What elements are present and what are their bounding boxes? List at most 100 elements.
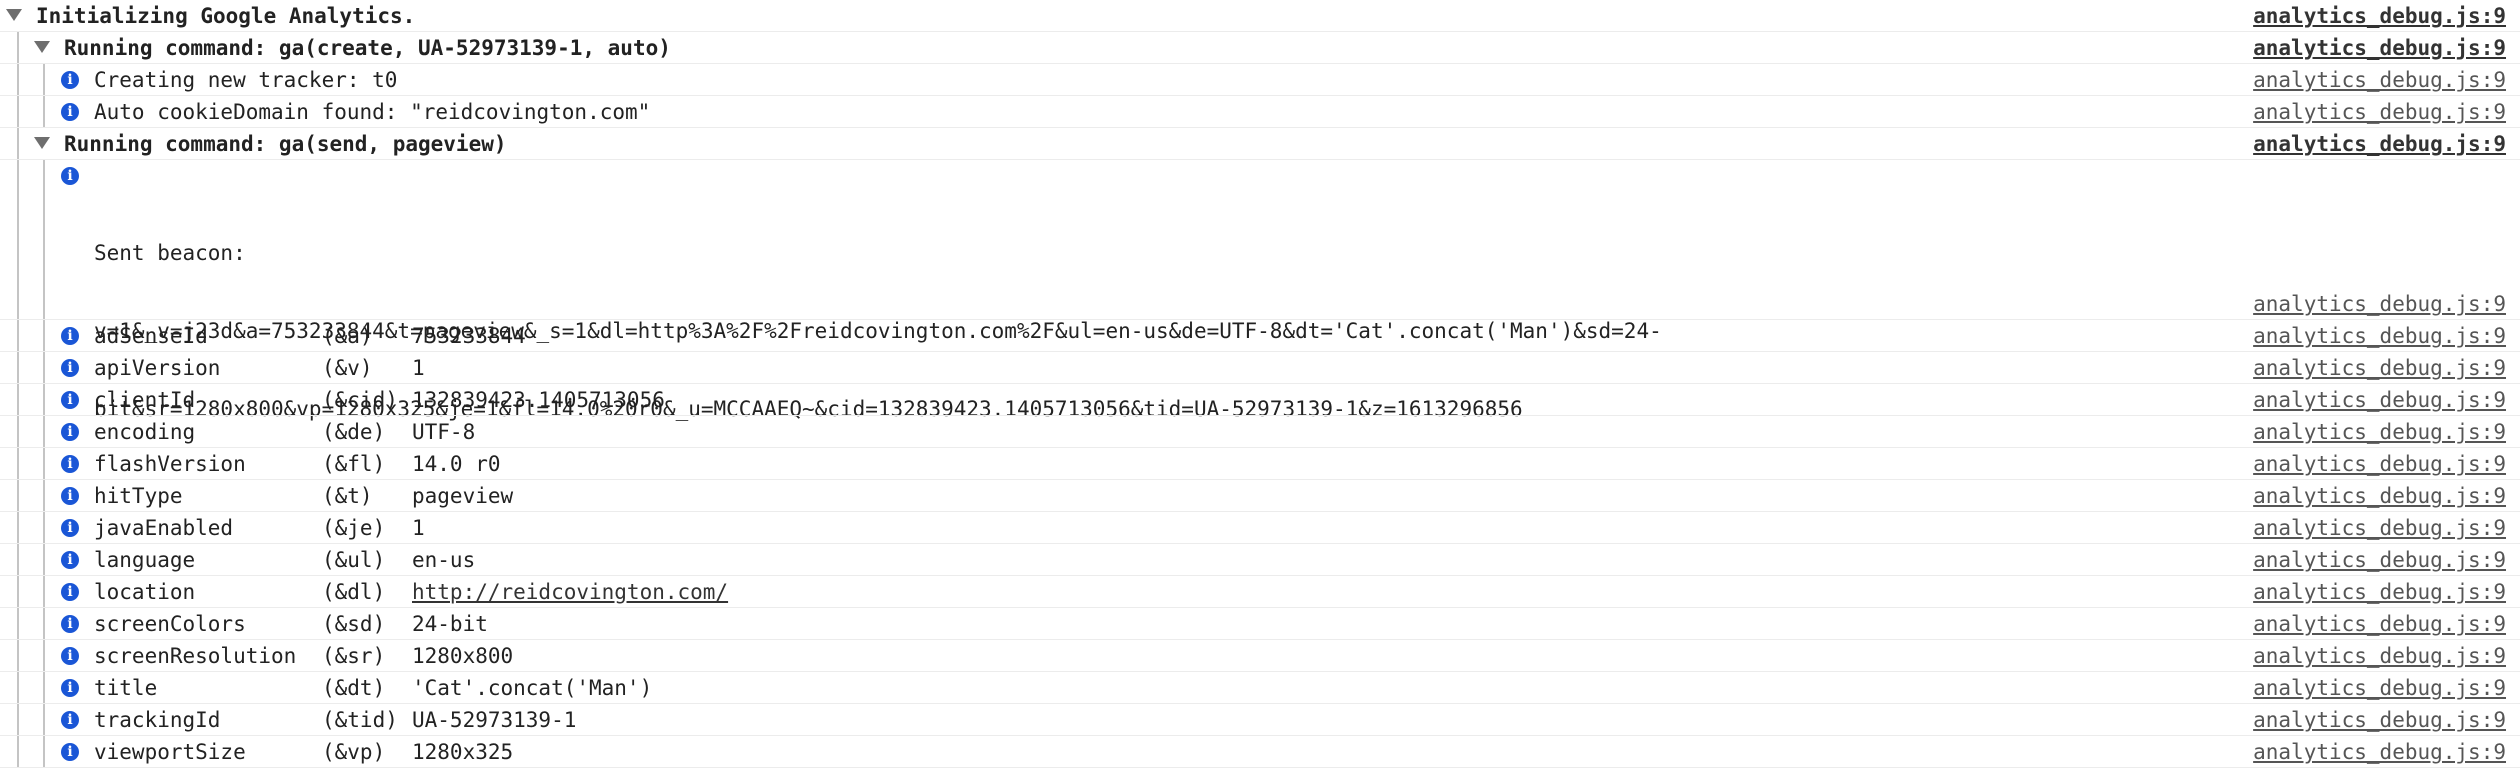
param-row: i flashVersion (&fl) 14.0 r0 analytics_debug… xyxy=(0,448,2520,480)
param-row: i adSenseId (&a) 753233844 analytics_debug.j… xyxy=(0,320,2520,352)
param-key: (&a) xyxy=(322,324,373,348)
source-link[interactable]: analytics_debug.js:9 xyxy=(2253,675,2506,701)
source-link[interactable]: analytics_debug.js:9 xyxy=(2253,451,2506,477)
info-icon: i xyxy=(61,679,79,697)
param-value: en-us xyxy=(412,548,476,572)
group-guide-line xyxy=(17,352,19,383)
param-value-link[interactable]: http://reidcovington.com/ xyxy=(412,579,728,605)
param-key: (&v) xyxy=(322,356,373,380)
param-value: pageview xyxy=(412,484,514,508)
param-value: 1280x325 xyxy=(412,740,514,764)
param-value: 24-bit xyxy=(412,612,488,636)
group-guide-line xyxy=(43,416,45,447)
source-link[interactable]: analytics_debug.js:9 xyxy=(2253,483,2506,509)
param-row: i apiVersion (&v) 1 analytics_debug.js:9 xyxy=(0,352,2520,384)
group-guide-line xyxy=(43,736,45,767)
source-link[interactable]: analytics_debug.js:9 xyxy=(2253,707,2506,733)
source-link[interactable]: analytics_debug.js:9 xyxy=(2253,739,2506,765)
param-row: i hitType (&t) pageview analytics_debug.js:9 xyxy=(0,480,2520,512)
group-guide-line xyxy=(43,544,45,575)
info-icon: i xyxy=(61,711,79,729)
group-guide-line xyxy=(17,320,19,351)
log-message: Creating new tracker: t0 xyxy=(94,68,398,92)
source-link[interactable]: analytics_debug.js:9 xyxy=(2253,131,2506,157)
param-row: i location (&dl) http://reidcovington.com/a… xyxy=(0,576,2520,608)
info-icon: i xyxy=(61,71,79,89)
param-row: i language (&ul) en-us analytics_debug.js:9 xyxy=(0,544,2520,576)
group-guide-line xyxy=(17,480,19,511)
param-name: viewportSize xyxy=(94,740,246,764)
source-link[interactable]: analytics_debug.js:9 xyxy=(2253,3,2506,29)
param-key: (&vp) xyxy=(322,740,386,764)
log-row: i Creating new tracker: t0 analytics_deb… xyxy=(0,64,2520,96)
param-name: location xyxy=(94,580,196,604)
triangle-down-icon[interactable] xyxy=(34,137,50,149)
source-link[interactable]: analytics_debug.js:9 xyxy=(2253,323,2506,349)
group-guide-line xyxy=(17,608,19,639)
param-row: i screenResolution (&sr) 1280x800 analytics_… xyxy=(0,640,2520,672)
group-guide-line xyxy=(17,704,19,735)
info-icon: i xyxy=(61,391,79,409)
param-value: 'Cat'.concat('Man') xyxy=(412,676,653,700)
source-link[interactable]: analytics_debug.js:9 xyxy=(2253,35,2506,61)
info-icon: i xyxy=(61,167,79,185)
source-link[interactable]: analytics_debug.js:9 xyxy=(2253,355,2506,381)
source-link[interactable]: analytics_debug.js:9 xyxy=(2253,291,2506,317)
param-value: UTF-8 xyxy=(412,420,476,444)
group-guide-line xyxy=(17,672,19,703)
param-key: (&sr) xyxy=(322,644,386,668)
param-value: 14.0 r0 xyxy=(412,452,501,476)
log-message: Auto cookieDomain found: "reidcovington.… xyxy=(94,100,651,124)
group-init-row[interactable]: Initializing Google Analytics. analytics… xyxy=(0,0,2520,32)
param-name: screenResolution xyxy=(94,644,297,668)
info-icon: i xyxy=(61,327,79,345)
param-row: i screenColors (&sd) 24-bit analytics_debug.… xyxy=(0,608,2520,640)
info-icon: i xyxy=(61,455,79,473)
param-name: flashVersion xyxy=(94,452,246,476)
param-row: i viewportSize (&vp) 1280x325 analytics_debu… xyxy=(0,736,2520,768)
info-icon: i xyxy=(61,583,79,601)
source-link[interactable]: analytics_debug.js:9 xyxy=(2253,611,2506,637)
group-guide-line xyxy=(17,32,19,63)
param-key: (&t) xyxy=(322,484,373,508)
info-icon: i xyxy=(61,103,79,121)
source-link[interactable]: analytics_debug.js:9 xyxy=(2253,643,2506,669)
group-init-title: Initializing Google Analytics. xyxy=(36,4,416,28)
group-guide-line xyxy=(17,736,19,767)
source-link[interactable]: analytics_debug.js:9 xyxy=(2253,387,2506,413)
source-link[interactable]: analytics_debug.js:9 xyxy=(2253,419,2506,445)
param-row: i trackingId (&tid) UA-52973139-1 analytics_… xyxy=(0,704,2520,736)
group-guide-line xyxy=(17,64,19,95)
source-link[interactable]: analytics_debug.js:9 xyxy=(2253,515,2506,541)
source-link[interactable]: analytics_debug.js:9 xyxy=(2253,579,2506,605)
group-guide-line xyxy=(43,96,45,127)
group-create-row[interactable]: Running command: ga(create, UA-52973139-… xyxy=(0,32,2520,64)
group-guide-line xyxy=(17,544,19,575)
info-icon: i xyxy=(61,743,79,761)
group-guide-line xyxy=(43,608,45,639)
param-key: (&de) xyxy=(322,420,386,444)
param-value: 753233844 xyxy=(412,324,526,348)
group-create-title: Running command: ga(create, UA-52973139-… xyxy=(64,36,671,60)
group-guide-line xyxy=(43,704,45,735)
triangle-down-icon[interactable] xyxy=(34,41,50,53)
param-name: apiVersion xyxy=(94,356,221,380)
group-guide-line xyxy=(17,448,19,479)
param-key: (&sd) xyxy=(322,612,386,636)
param-value: 1280x800 xyxy=(412,644,514,668)
info-icon: i xyxy=(61,647,79,665)
param-name: clientId xyxy=(94,388,196,412)
info-icon: i xyxy=(61,423,79,441)
group-guide-line xyxy=(17,512,19,543)
group-send-row[interactable]: Running command: ga(send, pageview) anal… xyxy=(0,128,2520,160)
param-name: trackingId xyxy=(94,708,221,732)
source-link[interactable]: analytics_debug.js:9 xyxy=(2253,547,2506,573)
source-link[interactable]: analytics_debug.js:9 xyxy=(2253,99,2506,125)
triangle-down-icon[interactable] xyxy=(6,9,22,21)
source-link[interactable]: analytics_debug.js:9 xyxy=(2253,67,2506,93)
param-value: UA-52973139-1 xyxy=(412,708,577,732)
info-icon: i xyxy=(61,519,79,537)
group-guide-line xyxy=(43,160,45,319)
group-guide-line xyxy=(43,480,45,511)
param-key: (&dt) xyxy=(322,676,386,700)
